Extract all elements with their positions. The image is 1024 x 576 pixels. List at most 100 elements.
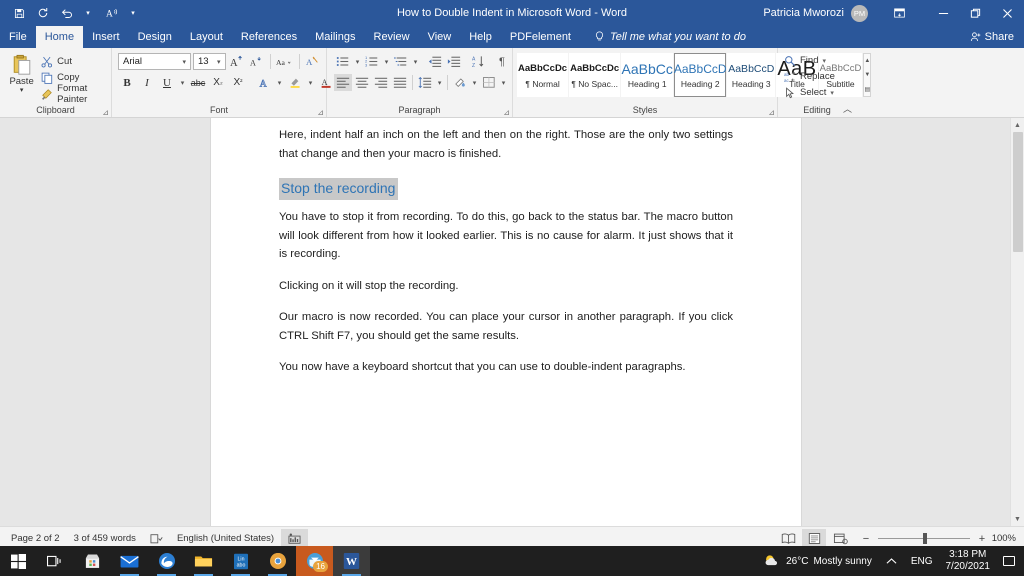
styles-dialog-launcher-icon[interactable]: ⊿	[768, 108, 775, 117]
align-right-icon[interactable]	[372, 74, 390, 91]
chevron-down-icon[interactable]: ▾	[215, 58, 223, 66]
share-button[interactable]: Share	[970, 26, 1024, 48]
style-heading-1[interactable]: AaBbCc Heading 1	[621, 53, 674, 97]
tab-design[interactable]: Design	[129, 26, 181, 48]
text-effects-icon[interactable]: A	[255, 74, 273, 91]
mail-icon[interactable]	[111, 546, 148, 576]
paste-button[interactable]: Paste ▾	[4, 52, 39, 94]
increase-indent-icon[interactable]	[445, 53, 463, 70]
align-center-icon[interactable]	[353, 74, 371, 91]
strikethrough-icon[interactable]: abc	[189, 74, 207, 91]
italic-icon[interactable]: I	[138, 74, 156, 91]
find-dropdown-icon[interactable]: ▾	[822, 57, 826, 65]
task-view-button[interactable]	[37, 546, 74, 576]
read-aloud-icon[interactable]: A	[101, 3, 123, 23]
weather-widget[interactable]: 26°C Mostly sunny	[756, 546, 879, 576]
scroll-up-icon[interactable]: ▲	[1011, 118, 1024, 132]
bullets-dropdown-icon[interactable]: ▾	[353, 53, 362, 70]
zoom-in-button[interactable]: +	[976, 533, 988, 545]
styles-scroll-up-icon[interactable]: ▲	[864, 54, 870, 68]
start-button[interactable]	[0, 546, 37, 576]
subscript-icon[interactable]: X₂	[209, 74, 227, 91]
select-dropdown-icon[interactable]: ▾	[830, 89, 834, 97]
paragraph-dialog-launcher-icon[interactable]: ⊿	[503, 108, 510, 117]
align-left-icon[interactable]	[334, 74, 353, 91]
line-spacing-dropdown-icon[interactable]: ▾	[435, 74, 444, 91]
chrome-icon[interactable]	[259, 546, 296, 576]
zoom-control[interactable]: − +	[860, 533, 988, 545]
tab-layout[interactable]: Layout	[181, 26, 232, 48]
document-page[interactable]: Here, indent half an inch on the left an…	[210, 118, 802, 526]
find-button[interactable]: Find ▾	[782, 53, 828, 68]
underline-icon[interactable]: U	[158, 74, 176, 91]
show-formatting-marks-icon[interactable]: ¶	[493, 53, 511, 70]
vertical-scrollbar[interactable]: ▲ ▼	[1010, 118, 1024, 526]
tab-mailings[interactable]: Mailings	[306, 26, 364, 48]
tab-file[interactable]: File	[0, 26, 36, 48]
numbering-icon[interactable]: 123	[363, 53, 381, 70]
style-heading-2[interactable]: AaBbCcD Heading 2	[674, 53, 727, 97]
replace-button[interactable]: ab ac Replace	[782, 69, 837, 84]
font-dialog-launcher-icon[interactable]: ⊿	[317, 108, 324, 117]
clipboard-dialog-launcher-icon[interactable]: ⊿	[102, 108, 109, 117]
multilevel-list-icon[interactable]	[392, 53, 410, 70]
minimize-button[interactable]	[928, 1, 958, 25]
tab-help[interactable]: Help	[460, 26, 501, 48]
customize-qat-icon[interactable]: ▾	[122, 3, 144, 23]
paragraph[interactable]: Clicking on it will stop the recording.	[279, 277, 733, 296]
paragraph[interactable]: You now have a keyboard shortcut that yo…	[279, 358, 733, 377]
file-explorer-icon[interactable]	[185, 546, 222, 576]
document-heading[interactable]: Stop the recording	[279, 178, 399, 200]
cut-button[interactable]: Cut	[39, 54, 107, 69]
shrink-font-icon[interactable]: A	[248, 53, 266, 70]
shading-icon[interactable]	[451, 74, 469, 91]
paragraph[interactable]: Here, indent half an inch on the left an…	[279, 126, 733, 163]
undo-icon[interactable]	[56, 3, 78, 23]
numbering-dropdown-icon[interactable]: ▾	[382, 53, 391, 70]
text-effects-dropdown-icon[interactable]: ▾	[275, 74, 284, 91]
styles-scroll-down-icon[interactable]: ▼	[864, 68, 870, 82]
tab-insert[interactable]: Insert	[83, 26, 129, 48]
edge-icon[interactable]	[148, 546, 185, 576]
change-case-icon[interactable]: Aa	[274, 53, 295, 70]
style-heading-3[interactable]: AaBbCcD Heading 3	[727, 53, 776, 97]
scrollbar-thumb[interactable]	[1013, 132, 1023, 252]
borders-dropdown-icon[interactable]: ▾	[499, 74, 508, 91]
language-indicator[interactable]: ENG	[904, 546, 940, 576]
restore-button[interactable]	[960, 1, 990, 25]
sort-icon[interactable]: AZ	[469, 53, 487, 70]
tab-references[interactable]: References	[232, 26, 306, 48]
multilevel-list-dropdown-icon[interactable]: ▾	[411, 53, 420, 70]
zoom-slider-thumb[interactable]	[923, 533, 927, 544]
account-name[interactable]: Patricia Mworozi	[763, 7, 844, 19]
font-name-combo[interactable]: Arial ▾	[118, 53, 191, 70]
blue-app-icon[interactable]: Lin abo	[222, 546, 259, 576]
line-spacing-icon[interactable]	[416, 74, 434, 91]
font-size-combo[interactable]: 13 ▾	[192, 53, 226, 70]
shading-dropdown-icon[interactable]: ▾	[470, 74, 479, 91]
repeat-icon[interactable]	[32, 3, 54, 23]
show-hidden-icons-button[interactable]	[879, 546, 904, 576]
undo-dropdown-icon[interactable]: ▾	[77, 3, 99, 23]
paragraph[interactable]: You have to stop it from recording. To d…	[279, 208, 733, 264]
style-no-spacing[interactable]: AaBbCcDc ¶ No Spac...	[569, 53, 621, 97]
text-highlight-icon[interactable]	[286, 74, 304, 91]
justify-icon[interactable]	[391, 74, 409, 91]
tab-home[interactable]: Home	[35, 26, 84, 48]
zoom-slider[interactable]	[878, 533, 970, 544]
paragraph[interactable]: Our macro is now recorded. You can place…	[279, 308, 733, 345]
text-highlight-dropdown-icon[interactable]: ▾	[306, 74, 315, 91]
avatar[interactable]: PM	[851, 4, 868, 22]
format-painter-button[interactable]: Format Painter	[39, 83, 107, 105]
close-button[interactable]	[992, 1, 1022, 25]
select-button[interactable]: Select ▾	[782, 85, 836, 100]
zoom-out-button[interactable]: −	[860, 533, 872, 545]
notifications-icon[interactable]	[996, 546, 1022, 576]
styles-more-icon[interactable]: ▤	[864, 82, 871, 96]
grow-font-icon[interactable]: A	[228, 53, 246, 70]
underline-dropdown-icon[interactable]: ▾	[178, 74, 187, 91]
bold-icon[interactable]: B	[118, 74, 136, 91]
scroll-down-icon[interactable]: ▼	[1011, 512, 1024, 526]
decrease-indent-icon[interactable]	[426, 53, 444, 70]
word-icon[interactable]: W	[333, 546, 370, 576]
